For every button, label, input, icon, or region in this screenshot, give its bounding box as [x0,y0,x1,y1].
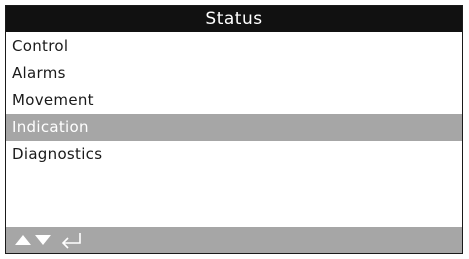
up-button[interactable] [14,227,32,253]
down-button[interactable] [34,227,52,253]
navigation-bar [6,227,462,253]
menu-item-alarms[interactable]: Alarms [6,60,462,87]
menu-item-control[interactable]: Control [6,33,462,60]
down-arrow-icon [35,235,51,245]
menu-item-movement[interactable]: Movement [6,87,462,114]
enter-button[interactable] [58,227,84,253]
menu-item-indication[interactable]: Indication [6,114,462,141]
page-title: Status [6,6,462,32]
enter-icon [61,233,81,249]
up-arrow-icon [15,235,31,245]
menu-item-diagnostics[interactable]: Diagnostics [6,141,462,168]
status-screen: Status Control Alarms Movement Indicatio… [5,5,463,254]
status-menu: Control Alarms Movement Indication Diagn… [6,33,462,168]
